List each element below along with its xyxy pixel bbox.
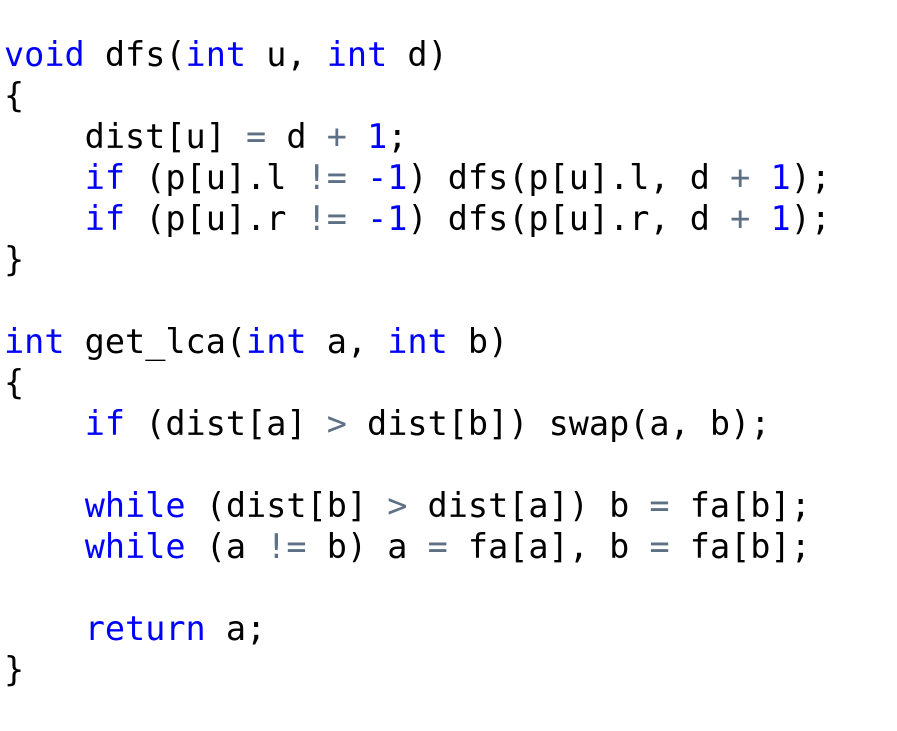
- code-token-op: =: [427, 526, 448, 566]
- code-token-kw: int: [185, 34, 247, 74]
- code-token-plain: (dist[b]: [185, 485, 388, 525]
- code-token-plain: (dist[a]: [125, 403, 327, 443]
- code-token-plain: ) dfs(p[u].l, d: [407, 157, 731, 197]
- code-token-op: >: [326, 403, 347, 443]
- code-line: ​: [4, 567, 897, 608]
- code-token-plain: u,: [246, 34, 327, 74]
- code-token-plain: (a: [185, 526, 267, 566]
- code-token-plain: dist[b]) swap(a, b);: [346, 403, 771, 443]
- code-line: while (dist[b] > dist[a]) b = fa[b];: [4, 485, 897, 526]
- code-token-kw: void: [4, 34, 85, 74]
- code-token-num: 1: [770, 198, 791, 238]
- code-line: }: [4, 239, 897, 280]
- code-token-op: >: [387, 485, 408, 525]
- code-token-kw: if: [84, 198, 126, 238]
- code-token-op: =: [246, 116, 267, 156]
- code-token-kw: return: [84, 608, 206, 648]
- code-token-op: =: [649, 526, 670, 566]
- code-token-punct: {: [4, 362, 25, 402]
- code-token-kw: if: [84, 157, 126, 197]
- code-token-plain: dist[a]) b: [407, 485, 650, 525]
- code-token-plain: d: [266, 116, 327, 156]
- code-token-plain: dist[u]: [4, 116, 247, 156]
- code-token-kw: int: [387, 321, 448, 361]
- code-token-num: 1: [770, 157, 791, 197]
- code-token-plain: a;: [205, 608, 267, 648]
- code-listing[interactable]: void dfs(int u, int d){ dist[u] = d + 1;…: [4, 34, 897, 690]
- code-token-plain: b) a: [306, 526, 428, 566]
- code-token-punct: }: [4, 649, 25, 689]
- code-line: {: [4, 362, 897, 403]
- code-token-punct: );: [790, 198, 831, 238]
- code-line: dist[u] = d + 1;: [4, 116, 897, 157]
- code-token-plain: ) dfs(p[u].r, d: [407, 198, 731, 238]
- code-token-op: !=: [266, 526, 307, 566]
- code-line: while (a != b) a = fa[a], b = fa[b];: [4, 526, 897, 567]
- code-token-plain: a,: [306, 321, 388, 361]
- code-line: if (p[u].r != -1) dfs(p[u].r, d + 1);: [4, 198, 897, 239]
- code-token-plain: (p[u].l: [125, 157, 307, 197]
- code-line: ​: [4, 280, 897, 321]
- code-token-plain: fa[b];: [669, 485, 811, 525]
- code-token-num: -1: [367, 157, 408, 197]
- code-token-op: !=: [306, 157, 347, 197]
- code-token-punct: );: [790, 157, 831, 197]
- code-line: ​: [4, 444, 897, 485]
- code-token-kw: while: [84, 485, 186, 525]
- code-token-kw: int: [4, 321, 65, 361]
- code-token-op: !=: [306, 198, 347, 238]
- code-token-plain: (p[u].r: [125, 198, 307, 238]
- code-line: void dfs(int u, int d): [4, 34, 897, 75]
- code-token-op: =: [649, 485, 670, 525]
- code-token-punct: {: [4, 75, 25, 115]
- code-line: if (p[u].l != -1) dfs(p[u].l, d + 1);: [4, 157, 897, 198]
- code-line: int get_lca(int a, int b): [4, 321, 897, 362]
- code-token-plain: fa[a], b: [447, 526, 650, 566]
- code-token-op: +: [326, 116, 347, 156]
- code-token-num: 1: [367, 116, 388, 156]
- code-token-num: -1: [367, 198, 408, 238]
- code-token-plain: fa[b];: [669, 526, 811, 566]
- code-line: {: [4, 75, 897, 116]
- code-token-kw: while: [84, 526, 186, 566]
- code-token-op: +: [730, 157, 751, 197]
- code-token-plain: dfs(: [84, 34, 186, 74]
- code-token-plain: b): [447, 321, 509, 361]
- code-token-punct: ;: [387, 116, 408, 156]
- code-token-punct: }: [4, 239, 25, 279]
- code-token-kw: int: [326, 34, 388, 74]
- code-token-op: +: [730, 198, 751, 238]
- code-line: }: [4, 649, 897, 690]
- code-line: if (dist[a] > dist[b]) swap(a, b);: [4, 403, 897, 444]
- code-token-plain: get_lca(: [64, 321, 247, 361]
- code-token-plain: d): [387, 34, 448, 74]
- code-line: return a;: [4, 608, 897, 649]
- code-token-kw: if: [84, 403, 126, 443]
- code-token-kw: int: [246, 321, 307, 361]
